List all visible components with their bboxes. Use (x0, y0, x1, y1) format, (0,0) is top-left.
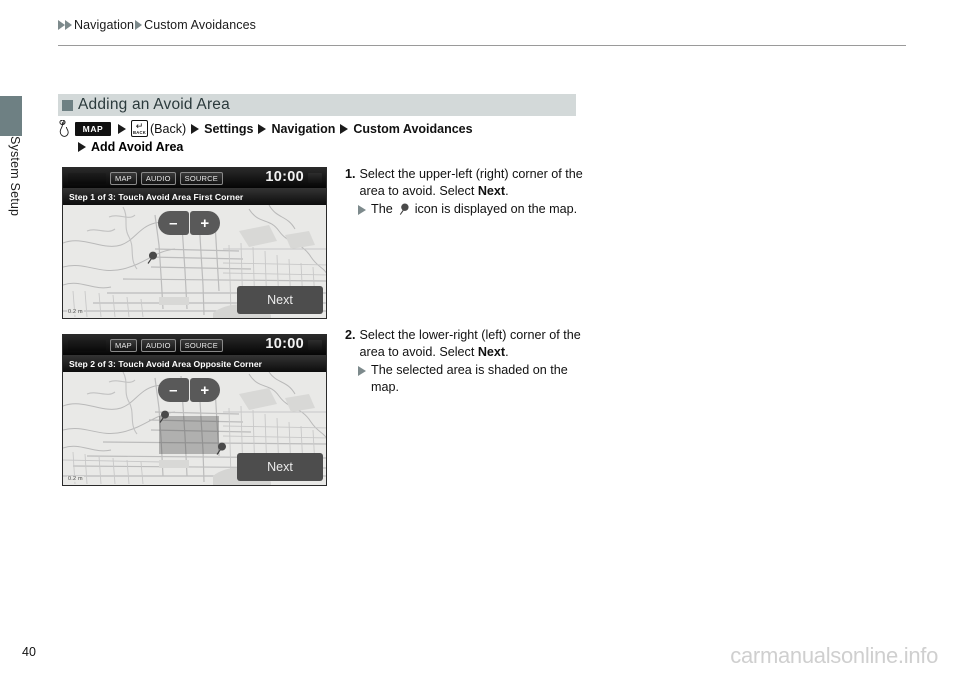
nav-step-banner-2: Step 2 of 3: Touch Avoid Area Opposite C… (63, 355, 326, 372)
zoom-in-button[interactable]: + (189, 378, 220, 402)
sidebar-tab-label: System Setup (8, 136, 22, 217)
map-scale-label-1: 0.2 m (67, 309, 84, 315)
instruction-number-2: 2. (345, 328, 356, 342)
square-bullet-icon (62, 99, 73, 111)
avoid-area-pin-icon (400, 203, 409, 216)
map-zoom-control-1[interactable]: – + (158, 211, 220, 235)
nav-clock: 10:00 (265, 336, 304, 352)
path-step-add-avoid-area[interactable]: Add Avoid Area (91, 140, 183, 154)
path-arrow-icon (78, 142, 86, 152)
path-step-settings[interactable]: Settings (204, 122, 253, 136)
breadcrumb-arrow-icon (58, 20, 65, 30)
page-title: Adding an Avoid Area (78, 96, 230, 113)
nav-topbar: MAP AUDIO SOURCE 10:00 (63, 335, 326, 355)
zoom-out-button[interactable]: – (158, 378, 189, 402)
section-heading: Adding an Avoid Area (58, 94, 576, 116)
avoid-area-pin-second-icon (216, 442, 226, 455)
nav-screenshot-step-2: MAP AUDIO SOURCE 10:00 Step 2 of 3: Touc… (62, 334, 327, 486)
instruction-text-1: Select the upper-left (right) corner of … (359, 167, 583, 198)
sub-bullet-arrow-icon (358, 366, 366, 377)
instruction-text-2: Select the lower-right (left) corner of … (359, 328, 581, 359)
back-arrow-icon: ↵ (135, 121, 144, 131)
next-button-2[interactable]: Next (237, 453, 323, 481)
nav-button-map[interactable]: MAP (110, 171, 137, 185)
topbar-right-pad (308, 173, 322, 183)
next-button-1[interactable]: Next (237, 286, 323, 314)
menu-path-continued: Add Avoid Area (78, 140, 183, 154)
instruction-text-end-1: . (505, 183, 509, 198)
avoid-area-pin-icon (147, 251, 157, 264)
nav-button-source[interactable]: SOURCE (179, 338, 223, 352)
topbar-right-pad (308, 340, 322, 350)
instruction-bold-next-1: Next (477, 183, 506, 198)
instruction-sub-text-before-1: The (371, 202, 397, 217)
path-arrow-icon (340, 123, 349, 134)
instruction-number-1: 1. (345, 167, 356, 181)
manual-page: Navigation Custom Avoidances System Setu… (0, 0, 960, 678)
nav-topbar: MAP AUDIO SOURCE 10:00 (63, 168, 326, 188)
sub-bullet-arrow-icon (358, 205, 366, 216)
map-button-key[interactable]: MAP (75, 121, 111, 136)
nav-map-canvas-1[interactable]: – + 0.2 m Next (63, 205, 326, 318)
nav-clock: 10:00 (265, 169, 304, 185)
back-button-key[interactable]: ↵ BACK (131, 120, 148, 137)
instruction-text-end-2: . (505, 344, 509, 359)
hand-pointer-icon (59, 120, 69, 137)
path-arrow-icon (118, 123, 126, 134)
nav-button-source[interactable]: SOURCE (179, 171, 223, 185)
watermark: carmanualsonline.info (730, 643, 938, 668)
path-step-navigation[interactable]: Navigation (271, 122, 335, 136)
topbar-left-pad (68, 172, 106, 184)
path-step-custom-avoidances[interactable]: Custom Avoidances (353, 122, 472, 136)
topbar-left-pad (68, 339, 106, 351)
path-arrow-icon (258, 123, 267, 134)
path-arrow-icon (191, 123, 200, 134)
back-key-label: BACK (133, 130, 146, 135)
breadcrumb-arrow-icon (65, 20, 72, 30)
nav-screenshot-step-1: MAP AUDIO SOURCE 10:00 Step 1 of 3: Touc… (62, 167, 327, 319)
instruction-step-2: 2. Select the lower-right (left) corner … (345, 327, 595, 395)
zoom-out-button[interactable]: – (158, 211, 189, 235)
breadcrumb-item-navigation[interactable]: Navigation (74, 18, 134, 32)
nav-button-audio[interactable]: AUDIO (140, 338, 176, 352)
header-divider (58, 45, 906, 46)
menu-path: MAP ↵ BACK (Back) Settings Navigation Cu… (58, 120, 473, 137)
breadcrumb-arrow-icon (135, 20, 143, 30)
map-zoom-control-2[interactable]: – + (158, 378, 220, 402)
instruction-sub-text-2: The selected area is shaded on the map. (371, 363, 568, 394)
instruction-step-1: 1. Select the upper-left (right) corner … (345, 166, 595, 218)
zoom-in-button[interactable]: + (189, 211, 220, 235)
nav-step-banner-1: Step 1 of 3: Touch Avoid Area First Corn… (63, 188, 326, 205)
breadcrumb-item-custom-avoidances[interactable]: Custom Avoidances (144, 18, 256, 32)
page-number: 40 (22, 645, 36, 659)
breadcrumb: Navigation Custom Avoidances (58, 18, 257, 32)
avoid-area-pin-first-icon (159, 410, 169, 423)
nav-button-map[interactable]: MAP (110, 338, 137, 352)
nav-button-audio[interactable]: AUDIO (140, 171, 176, 185)
back-text: (Back) (150, 121, 187, 136)
instruction-sub-text-after-1: icon is displayed on the map. (411, 202, 578, 217)
map-scale-label-2: 0.2 m (67, 476, 84, 482)
sidebar-tab-marker (0, 96, 22, 136)
instruction-bold-next-2: Next (477, 344, 506, 359)
nav-map-canvas-2[interactable]: – + 0.2 m Next (63, 372, 326, 485)
